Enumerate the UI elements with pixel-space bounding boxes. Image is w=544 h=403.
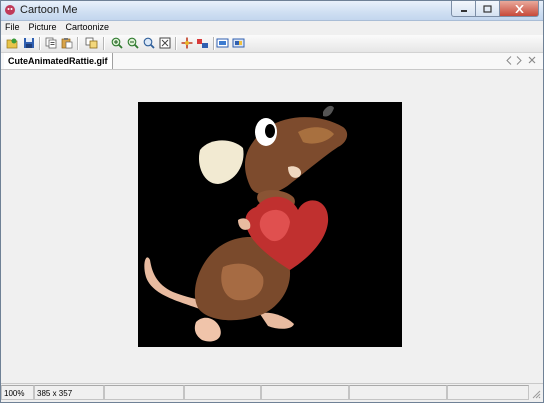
menu-bar: File Picture Cartoonize	[1, 21, 543, 34]
zoom-actual-button[interactable]	[141, 36, 156, 50]
resize-button[interactable]	[195, 36, 210, 50]
move-icon	[181, 37, 192, 49]
app-window: Cartoon Me File Picture Cartoonize CuteA…	[0, 0, 544, 403]
toolbar-separator	[77, 37, 79, 50]
cartoon-preview-button[interactable]	[215, 36, 230, 50]
maximize-button[interactable]	[476, 1, 500, 17]
menu-picture[interactable]: Picture	[25, 21, 62, 34]
window-title: Cartoon Me	[20, 4, 78, 16]
restore-icon	[483, 4, 492, 13]
status-panel	[184, 385, 261, 400]
open-icon	[6, 38, 18, 49]
open-button[interactable]	[5, 36, 20, 50]
close-icon	[514, 4, 524, 13]
resize-icon	[197, 39, 208, 48]
menu-file[interactable]: File	[1, 21, 25, 34]
cartoonize-button[interactable]	[231, 36, 246, 50]
copy-button[interactable]	[43, 36, 58, 50]
status-zoom: 100%	[1, 385, 34, 400]
zoom-in-icon	[111, 37, 123, 49]
duplicate-icon	[85, 37, 98, 49]
status-bar: 100% 385 x 357	[1, 383, 543, 402]
duplicate-button[interactable]	[84, 36, 99, 50]
title-bar[interactable]: Cartoon Me	[1, 1, 543, 21]
cartoon-image	[138, 102, 402, 347]
close-button[interactable]	[500, 1, 539, 17]
toolbar-separator	[39, 37, 41, 50]
cartoonize-icon	[232, 38, 245, 48]
minimize-button[interactable]	[451, 1, 476, 17]
copy-icon	[45, 37, 56, 49]
tab-document[interactable]: CuteAnimatedRattie.gif	[4, 53, 113, 69]
status-dimensions: 385 x 357	[34, 385, 104, 400]
toolbar-separator	[103, 37, 105, 50]
app-icon	[5, 5, 15, 15]
zoom-actual-icon	[143, 37, 155, 49]
zoom-out-icon	[127, 37, 139, 49]
menu-cartoonize[interactable]: Cartoonize	[62, 21, 115, 34]
cartoon-preview-icon	[216, 38, 229, 48]
image-canvas[interactable]	[1, 70, 543, 382]
fit-window-icon	[159, 37, 170, 49]
status-panel	[104, 385, 184, 400]
resize-grip-icon[interactable]	[531, 389, 541, 399]
toolbar-separator	[175, 37, 177, 50]
tab-close-icon[interactable]	[528, 56, 536, 64]
fit-window-button[interactable]	[157, 36, 172, 50]
document-tabs: CuteAnimatedRattie.gif	[1, 53, 543, 70]
paste-icon	[61, 38, 72, 49]
save-button[interactable]	[21, 36, 36, 50]
status-panel	[349, 385, 447, 400]
cartoon-rat-picture	[138, 102, 402, 347]
minimize-icon	[460, 9, 467, 12]
tab-scroll-left-icon[interactable]	[506, 56, 512, 65]
move-button[interactable]	[179, 36, 194, 50]
zoom-in-button[interactable]	[109, 36, 124, 50]
paste-button[interactable]	[59, 36, 74, 50]
status-panel	[261, 385, 349, 400]
caption-buttons	[451, 1, 539, 17]
zoom-out-button[interactable]	[125, 36, 140, 50]
toolbar	[1, 35, 543, 53]
status-panel	[447, 385, 529, 400]
tab-scroll-right-icon[interactable]	[516, 56, 522, 65]
save-icon	[23, 38, 34, 48]
